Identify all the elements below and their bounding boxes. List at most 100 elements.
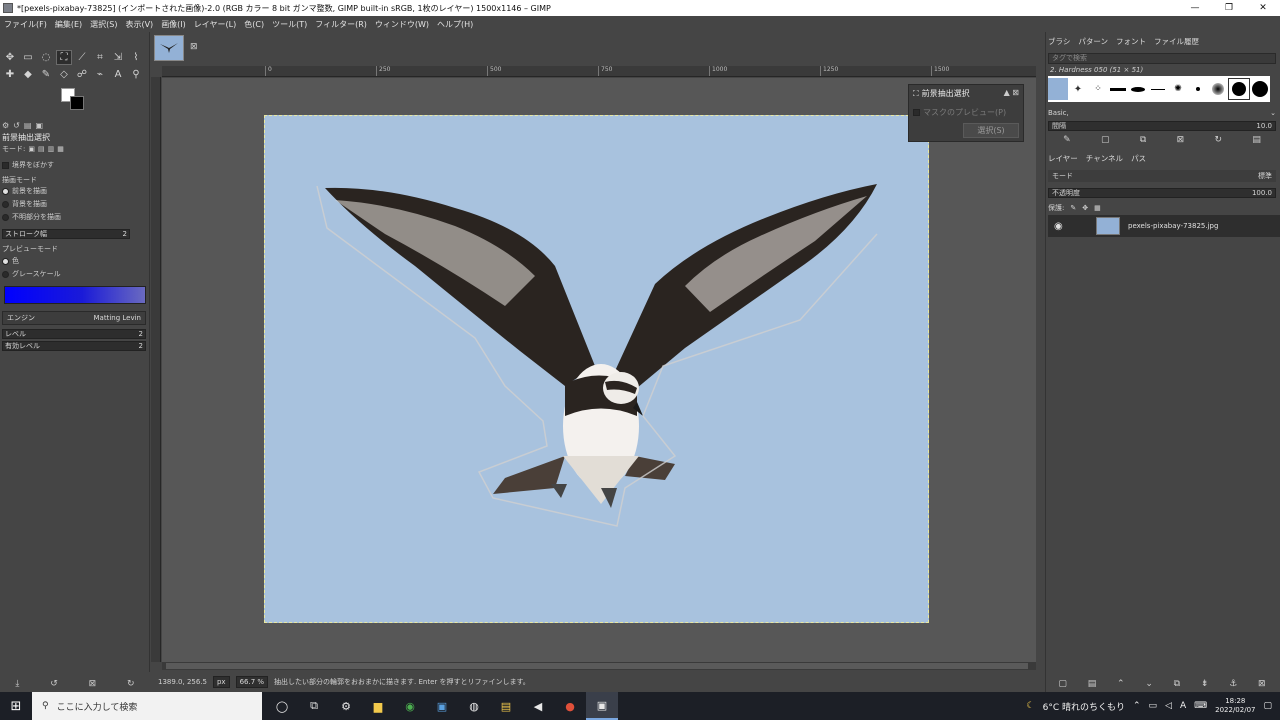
notification-icon[interactable]: ▢ [1263,701,1272,711]
menu-select[interactable]: 選択(S) [90,19,117,30]
brush-grid[interactable]: ✦ ⁘ ✺ [1048,76,1270,102]
powerpoint-icon[interactable]: ● [554,692,586,720]
preview-color-row[interactable]: 色 [2,256,19,266]
anchor-layer-icon[interactable]: ⚓ [1229,679,1237,689]
undo-history-tab-icon[interactable]: ▤ [24,121,32,130]
new-group-icon[interactable]: ▤ [1088,679,1097,689]
brush-thumb-hard[interactable] [1250,78,1270,100]
taskbar-search[interactable]: ⚲ ここに入力して検索 [32,692,262,720]
crop-tool-icon[interactable]: ⌗ [92,50,108,65]
brush-thumb-splash[interactable]: ✺ [1168,78,1188,100]
refresh-brushes-icon[interactable]: ↻ [1214,135,1222,145]
transform-tool-icon[interactable]: ⇲ [110,50,126,65]
free-select-tool-icon[interactable]: ◌ [38,50,54,65]
feather-checkbox[interactable] [2,161,9,169]
tab-brushes[interactable]: ブラシ [1048,36,1070,48]
draw-unknown-radio[interactable] [2,213,9,221]
tab-document-history[interactable]: ファイル履歴 [1154,36,1199,48]
lock-pixels-icon[interactable]: ✎ [1070,204,1076,212]
lock-position-icon[interactable]: ✥ [1082,204,1088,212]
draw-mode-fg[interactable]: 前景を描画 [2,186,47,196]
network-icon[interactable]: ▭ [1149,701,1158,711]
open-brush-icon[interactable]: ▤ [1252,135,1261,145]
close-button[interactable]: ✕ [1246,0,1280,16]
lock-alpha-icon[interactable]: ▦ [1094,204,1101,212]
mask-preview-row[interactable]: マスクのプレビュー(P) [913,107,1006,118]
brush-thumb-image[interactable] [1048,78,1068,100]
preset-dropdown-icon[interactable]: ⌄ [1270,109,1276,119]
duplicate-layer-icon[interactable]: ⧉ [1174,679,1180,689]
restore-options-icon[interactable]: ↺ [50,679,58,689]
spacing-spin[interactable]: 間隔 10.0 [1048,121,1276,131]
brush-thumb-soft[interactable] [1208,78,1228,100]
delete-brush-icon[interactable]: ⊠ [1177,135,1185,145]
save-options-icon[interactable]: ⤓ [15,679,19,689]
color-picker-tool-icon[interactable]: ⚲ [128,67,144,82]
draw-fg-radio[interactable] [2,187,9,195]
media-icon[interactable]: ◀ [522,692,554,720]
brush-thumb-oval[interactable] [1128,78,1148,100]
start-button-icon[interactable]: ⊞ [0,692,32,720]
layer-mode-select[interactable]: モード 標準 [1048,170,1276,182]
device-status-tab-icon[interactable]: ↺ [13,121,20,130]
select-button[interactable]: 選択(S) [963,123,1019,138]
mode-replace-icon[interactable]: ▣ [28,145,35,153]
tab-patterns[interactable]: パターン [1078,36,1108,48]
paintbrush-tool-icon[interactable]: ✎ [38,67,54,82]
warp-tool-icon[interactable]: ⌇ [128,50,144,65]
menu-file[interactable]: ファイル(F) [4,19,47,30]
opacity-spin[interactable]: 不透明度 100.0 [1048,188,1276,198]
app-store-icon[interactable]: ▣ [426,692,458,720]
clock[interactable]: 18:28 2022/02/07 [1215,697,1255,715]
text-tool-icon[interactable]: A [110,67,126,82]
path-tool-icon[interactable]: ⌁ [92,67,108,82]
task-view-icon[interactable]: ⧉ [298,692,330,720]
mode-add-icon[interactable]: ▤ [38,145,45,153]
brush-thumb-bird[interactable]: ✦ [1068,78,1088,100]
menu-view[interactable]: 表示(V) [125,19,153,30]
chrome-icon[interactable]: ◉ [394,692,426,720]
tab-layers[interactable]: レイヤー [1048,153,1078,165]
raise-layer-icon[interactable]: ⌃ [1117,679,1125,689]
layer-name[interactable]: pexels-pixabay-73825.jpg [1128,222,1218,230]
reset-options-icon[interactable]: ↻ [127,679,135,689]
osprey-photo[interactable] [264,115,929,623]
image-tab-thumbnail[interactable] [154,35,184,61]
mode-intersect-icon[interactable]: ▦ [57,145,64,153]
volume-icon[interactable]: ◁ [1165,701,1172,711]
settings-icon[interactable]: ⚙ [330,692,362,720]
mask-preview-checkbox[interactable] [913,109,920,116]
new-brush-icon[interactable]: ▢ [1101,135,1110,145]
fg-bg-colors[interactable] [60,86,88,112]
smudge-tool-icon[interactable]: ☍ [74,67,90,82]
levels-spin[interactable]: レベル 2 [2,329,146,339]
engine-select[interactable]: エンジン Matting Levin [2,311,146,325]
images-tab-icon[interactable]: ▣ [35,121,43,130]
ime-mode-icon[interactable]: ⌨ [1194,701,1207,711]
dialog-close-icon[interactable]: ⊠ [1012,88,1019,97]
brush-thumb-thin[interactable] [1148,78,1168,100]
feather-row[interactable]: 境界をぼかす [2,160,54,170]
new-layer-icon[interactable]: ▢ [1058,679,1067,689]
brush-thumb-line[interactable] [1108,78,1128,100]
fuzzy-select-tool-icon[interactable]: ⟋ [74,50,90,65]
menu-filters[interactable]: フィルター(R) [315,19,367,30]
horizontal-scrollbar[interactable] [162,662,1036,670]
preview-gray-row[interactable]: グレースケール [2,269,61,279]
bucket-fill-tool-icon[interactable]: ◆ [20,67,36,82]
rect-select-tool-icon[interactable]: ▭ [20,50,36,65]
image-canvas[interactable]: ⛶ 前景抽出選択 ▲ ⊠ マスクのプレビュー(P) 選択(S) [162,78,1036,662]
scrollbar-thumb[interactable] [166,663,1028,669]
brush-preset-row[interactable]: Basic, ⌄ [1048,109,1276,119]
restore-button[interactable]: ❐ [1212,0,1246,16]
visibility-eye-icon[interactable]: ◉ [1054,221,1068,232]
notes-icon[interactable]: ▤ [490,692,522,720]
image-tab-close-icon[interactable]: ⊠ [190,42,198,52]
delete-layer-icon[interactable]: ⊠ [1258,679,1266,689]
draw-mode-unknown[interactable]: 不明部分を描画 [2,212,61,222]
tag-search-input[interactable]: タグで検索 [1048,53,1276,64]
duplicate-brush-icon[interactable]: ⧉ [1140,135,1146,145]
app-icon[interactable]: ◍ [458,692,490,720]
draw-mode-bg[interactable]: 背景を描画 [2,199,47,209]
brush-thumb-dots[interactable]: ⁘ [1088,78,1108,100]
